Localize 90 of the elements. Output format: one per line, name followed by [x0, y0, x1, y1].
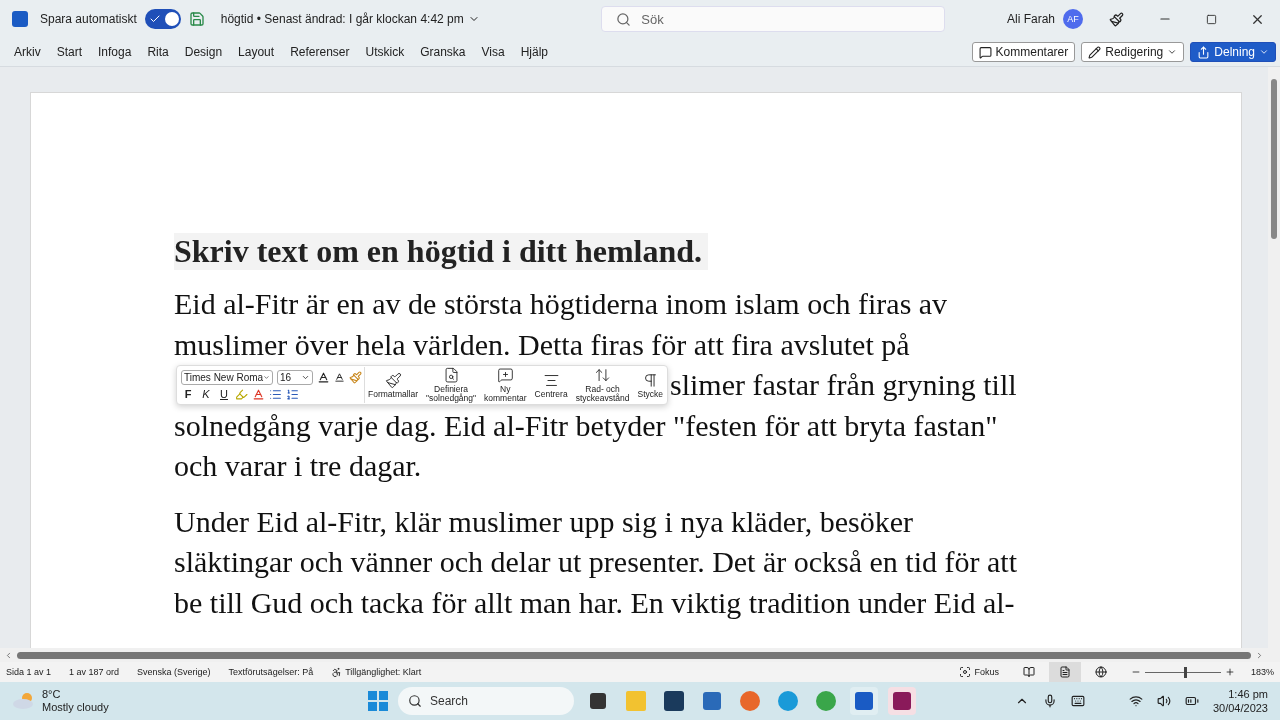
status-item[interactable]: Tillgänglighet: Klart: [345, 667, 422, 677]
zoom-in-icon[interactable]: [1224, 667, 1235, 677]
comments-button[interactable]: Kommentarer: [971, 42, 1076, 62]
scroll-left-icon[interactable]: [4, 650, 13, 660]
text-line: solnedgång varje dag. Eid al-Fitr betyder "festen för att bryta fastan": [174, 407, 999, 444]
focus-button[interactable]: Fokus: [959, 666, 999, 678]
zoom-level[interactable]: 183%: [1250, 667, 1274, 677]
command-box[interactable]: Sök: [601, 6, 946, 32]
microphone-icon[interactable]: [1042, 694, 1057, 708]
share-button[interactable]: Delning: [1190, 42, 1276, 62]
toolbar-button[interactable]: Stycke: [634, 367, 666, 404]
toolbar-button[interactable]: Centrera: [531, 367, 571, 404]
editing-button[interactable]: Redigering: [1081, 42, 1185, 62]
keyboard-icon[interactable]: [1070, 694, 1085, 708]
document-heading: Skriv text om en högtid i ditt hemland.: [174, 233, 709, 270]
wifi-icon[interactable]: [1128, 694, 1143, 708]
format-button[interactable]: U: [217, 388, 231, 401]
search-icon: [616, 11, 632, 27]
comment-icon: [978, 45, 992, 59]
format-button[interactable]: K: [199, 388, 213, 401]
page-icon: [1058, 666, 1071, 678]
user-name: Ali Farah: [1006, 12, 1055, 26]
menu-tab[interactable]: Granska: [420, 45, 466, 59]
menu-tab[interactable]: Infoga: [98, 45, 132, 59]
font-select[interactable]: Times New Roma: [181, 369, 273, 385]
focus-icon: [959, 666, 972, 678]
menu-tab[interactable]: Design: [184, 45, 223, 59]
menu-tab[interactable]: Arkiv: [14, 45, 41, 59]
shrink-font-icon[interactable]: [334, 371, 345, 383]
start-icon[interactable]: [368, 691, 388, 711]
format-button[interactable]: F: [181, 388, 195, 401]
maximize-icon: [1205, 13, 1217, 25]
autosave-label: Spara automatiskt: [40, 12, 137, 26]
text-line: muslimer över hela världen. Detta firas för att fira avslutet på: [174, 326, 911, 363]
text-line: Eid al-Fitr är en av de största högtiderna inom islam och firas av: [174, 286, 949, 322]
bullets-icon[interactable]: [269, 387, 282, 401]
user-avatar[interactable]: AF: [1063, 9, 1083, 29]
text-line: slimer fastar från gryning till: [670, 368, 1017, 403]
status-item[interactable]: Svenska (Sverige): [137, 667, 211, 677]
menu-tab[interactable]: Referenser: [290, 45, 350, 59]
pencil-icon: [1088, 45, 1102, 59]
menu-tab[interactable]: Rita: [147, 45, 169, 59]
toolbar-button[interactable]: Ny kommentar: [481, 367, 530, 404]
share-icon: [1197, 45, 1211, 59]
weather-temperature: 8°C: [42, 688, 62, 701]
menu-tab[interactable]: Hjälp: [520, 45, 549, 59]
toolbar-button[interactable]: Definiera "solnedgång": [423, 367, 480, 404]
status-item: Sida 1 av 1: [6, 667, 52, 677]
status-item[interactable]: Textförutsägelser: På: [228, 667, 314, 677]
size-select[interactable]: 16: [277, 369, 313, 385]
magnifier-page-icon: [442, 367, 460, 384]
brush-icon: [384, 371, 402, 389]
menu-tab[interactable]: Visa: [481, 45, 505, 59]
clock-date[interactable]: 30/04/2023: [1212, 701, 1268, 715]
text-line: och varar i tre dagar.: [174, 448, 423, 484]
document-title[interactable]: högtid • Senast ändrad: I går klockan 4:42 pm: [220, 12, 464, 26]
scroll-right-icon[interactable]: [1255, 650, 1264, 660]
book-icon: [1022, 666, 1035, 678]
zoom-slider-thumb[interactable]: [1184, 666, 1188, 678]
check-icon: [148, 13, 161, 25]
weather-description: Mostly cloudy: [42, 701, 109, 714]
clock-time[interactable]: 1:46 pm: [1228, 687, 1268, 701]
numbering-icon[interactable]: [286, 387, 299, 401]
chevron-icon: [1167, 47, 1178, 57]
line-spacing-icon: [594, 367, 612, 384]
text-line: släktingar och vänner och delar ut presenter. Det är också en tid för att: [174, 544, 1018, 580]
toolbar-button[interactable]: Formatmallar: [364, 367, 422, 404]
status-item: 1 av 187 ord: [69, 667, 120, 677]
menu-tab[interactable]: Layout: [238, 45, 275, 59]
menu-tab[interactable]: Start: [56, 45, 82, 59]
save-icon[interactable]: [188, 11, 205, 27]
volume-icon[interactable]: [1156, 694, 1171, 708]
text-line: be till Gud och tacka för allt man har. En viktig tradition under Eid al-: [174, 584, 1016, 621]
battery-icon[interactable]: [1184, 694, 1199, 708]
text-line: Under Eid al-Fitr, klär muslimer upp sig i nya kläder, besöker: [174, 503, 915, 540]
taskbar-search-bar[interactable]: Search: [398, 687, 574, 715]
font-color-icon[interactable]: [252, 387, 265, 401]
horizontal-scrollbar[interactable]: [17, 651, 1251, 659]
comment-plus-icon: [496, 367, 514, 384]
autosave-toggle[interactable]: [144, 9, 181, 29]
vertical-scrollbar[interactable]: [1271, 79, 1277, 239]
accessibility-icon[interactable]: [331, 666, 343, 678]
chevron-icon: [1259, 47, 1269, 57]
globe-icon: [1094, 666, 1107, 678]
menu-tab[interactable]: Utskick: [365, 45, 405, 59]
search-icon: [408, 694, 422, 708]
print-layout-button[interactable]: [1048, 662, 1081, 682]
grow-font-icon[interactable]: [317, 370, 330, 384]
weather-cloud-icon: [12, 692, 36, 710]
toolbar-button[interactable]: Rad- och styckeavstånd: [572, 367, 633, 404]
